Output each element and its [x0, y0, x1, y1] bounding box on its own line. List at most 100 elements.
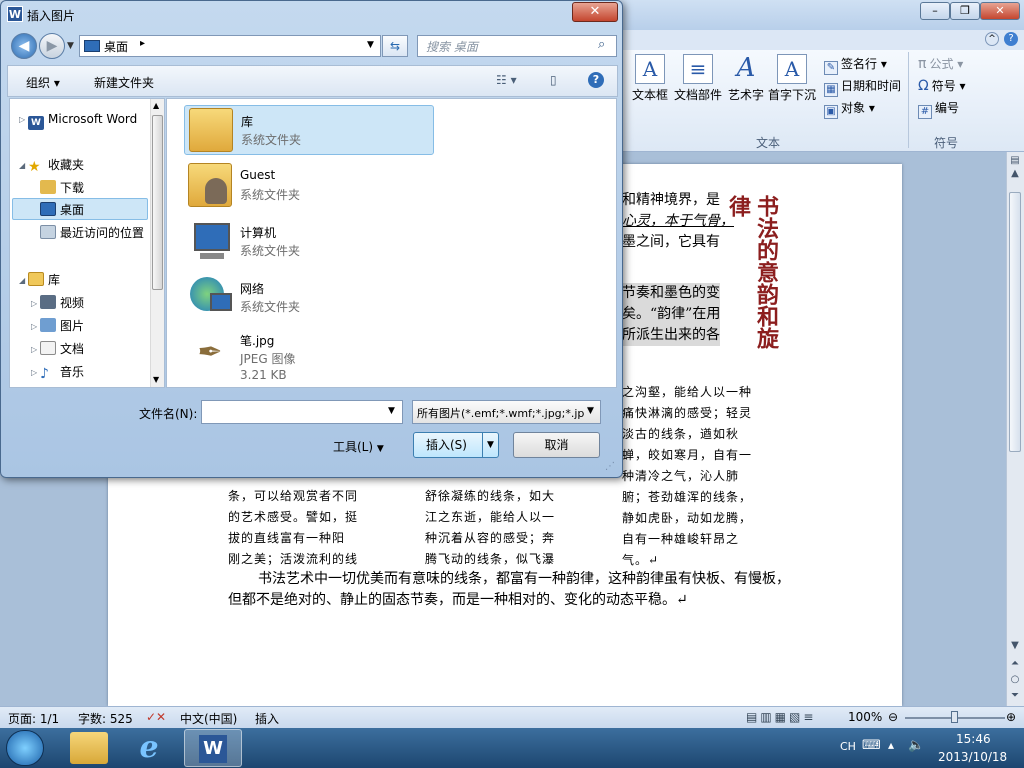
insert-button[interactable]: 插入(S) ▼ [413, 432, 499, 458]
word-count[interactable]: 字数: 525 [78, 710, 133, 727]
address-path[interactable]: 桌面 [104, 38, 128, 55]
collapse-arrow-icon[interactable]: ◢ [19, 161, 25, 170]
explorer-taskbar-icon[interactable] [70, 732, 108, 764]
expand-arrow-icon[interactable]: ▷ [31, 345, 37, 354]
datetime-button[interactable]: ▦ 日期和时间 [824, 76, 901, 97]
maximize-button[interactable]: ❐ [950, 2, 980, 20]
nav-scrollbar[interactable]: ▲ ▼ [150, 99, 164, 387]
column-right: 之沟壑，能给人以一种 痛快淋漓的感受；轻灵 淡古的线条，遒如秋 蝉，皎如寒月，自… [622, 385, 753, 567]
help-icon[interactable]: ? [1004, 32, 1018, 46]
refresh-button[interactable]: ⇆ [382, 35, 408, 57]
scroll-up-icon[interactable]: ▲ [153, 101, 159, 110]
breadcrumb-arrow-icon[interactable]: ▸ [140, 38, 145, 49]
file-item-network[interactable]: 网络 系统文件夹 [184, 273, 434, 323]
vertical-wordart-title[interactable]: 书法的意韵和旋律 [725, 195, 780, 365]
language-indicator[interactable]: 中文(中国) [180, 710, 237, 727]
signature-line-button[interactable]: ✎ 签名行 ▾ [824, 54, 887, 75]
dialog-close-button[interactable]: ✕ [572, 2, 618, 22]
next-page-icon[interactable]: ⏷ [1008, 690, 1022, 701]
browse-object-icon[interactable]: ○ [1008, 674, 1022, 685]
ie-taskbar-icon[interactable]: e [130, 732, 168, 764]
wordart-button[interactable]: A 艺术字 [722, 54, 770, 103]
tray-arrow-icon[interactable]: ▴ [888, 738, 894, 752]
expand-arrow-icon[interactable]: ▷ [19, 115, 25, 124]
zoom-in-icon[interactable]: ⊕ [1006, 710, 1016, 724]
view-options-icon[interactable]: ☷ ▾ [496, 73, 517, 87]
word-taskbar-button[interactable]: W [184, 729, 242, 767]
column-middle: 舒徐凝练的线条，如大 江之东逝，能给人以一 种沉着从容的感受；奔 腾飞动的线条，… [425, 489, 556, 566]
nav-item-documents[interactable]: 文档 [40, 339, 84, 359]
dropcap-button[interactable]: A 首字下沉 [768, 54, 816, 103]
previous-page-icon[interactable]: ⏶ [1008, 658, 1022, 669]
nav-item-videos[interactable]: 视频 [40, 293, 84, 313]
expand-arrow-icon[interactable]: ▷ [31, 368, 37, 377]
nav-item-pictures[interactable]: 图片 [40, 316, 84, 336]
ruler-toggle-icon[interactable]: ▤ [1008, 155, 1022, 166]
scroll-down-icon[interactable]: ▼ [153, 375, 159, 384]
organize-button[interactable]: 组织 ▾ [26, 74, 60, 91]
collapse-arrow-icon[interactable]: ◢ [19, 276, 25, 285]
nav-item-downloads[interactable]: 下载 [40, 178, 84, 198]
object-button[interactable]: ▣ 对象 ▾ [824, 98, 875, 119]
file-item-computer[interactable]: 计算机 系统文件夹 [184, 217, 434, 267]
new-folder-button[interactable]: 新建文件夹 [94, 74, 154, 91]
address-bar[interactable]: 桌面 ▸ ▼ [79, 35, 381, 57]
forward-button[interactable]: ▶ [39, 33, 65, 59]
equation-button[interactable]: π 公式 ▾ [918, 54, 963, 74]
file-item-guest[interactable]: Guest 系统文件夹 [184, 161, 434, 211]
textbox-button[interactable]: A 文本框 [626, 54, 674, 103]
nav-item-libraries[interactable]: 库 [28, 270, 60, 290]
scroll-down-icon[interactable]: ▼ [1008, 640, 1022, 651]
symbol-button[interactable]: Ω 符号 ▾ [918, 76, 966, 96]
clock-time[interactable]: 15:46 [956, 732, 991, 746]
help-icon[interactable]: ? [588, 72, 604, 88]
ribbon-collapse-icon[interactable]: ^ [985, 32, 999, 46]
file-item-pen-jpg[interactable]: ✒ 笔.jpg JPEG 图像 3.21 KB [184, 329, 434, 385]
page-count[interactable]: 页面: 1/1 [8, 710, 59, 727]
insert-picture-dialog: W 插入图片 ✕ ◀ ▶ ▼ 桌面 ▸ ▼ ⇆ 搜索 桌面 ⌕ 组织 ▾ 新建文… [0, 0, 623, 478]
search-box[interactable]: 搜索 桌面 ⌕ [417, 35, 617, 57]
nav-item-recent[interactable]: 最近访问的位置 [40, 223, 144, 243]
filetype-dropdown-icon[interactable]: ▼ [587, 406, 594, 416]
minimize-button[interactable]: – [920, 2, 950, 20]
resize-grip-icon[interactable]: ⋰ [605, 461, 615, 472]
ime-indicator[interactable]: CH [840, 740, 856, 753]
nav-item-music[interactable]: ♪ 音乐 [40, 362, 84, 382]
clock-date[interactable]: 2013/10/18 [938, 750, 1007, 764]
keyboard-icon[interactable]: ⌨ [862, 738, 881, 753]
address-dropdown-icon[interactable]: ▼ [367, 40, 374, 50]
scroll-up-icon[interactable]: ▲ [1008, 168, 1022, 179]
nav-item-desktop[interactable]: 桌面 [40, 200, 84, 220]
insert-dropdown-icon[interactable]: ▼ [482, 433, 498, 457]
zoom-out-icon[interactable]: ⊖ [888, 710, 898, 724]
scroll-thumb[interactable] [1009, 192, 1021, 452]
filename-dropdown-icon[interactable]: ▼ [388, 406, 395, 416]
tools-button[interactable]: 工具(L) ▼ [333, 438, 384, 455]
expand-arrow-icon[interactable]: ▷ [31, 322, 37, 331]
volume-icon[interactable]: 🔈 [908, 738, 924, 753]
zoom-level[interactable]: 100% [848, 710, 882, 724]
proofing-icon[interactable]: ✓✕ [146, 710, 166, 724]
filename-input[interactable]: ▼ [201, 400, 403, 424]
close-button[interactable]: ✕ [980, 2, 1020, 20]
zoom-slider-handle[interactable] [951, 711, 958, 723]
view-buttons-icon[interactable]: ▤▥▦▧≡ [746, 710, 816, 724]
quickparts-button[interactable]: ≡ 文档部件 [674, 54, 722, 103]
cancel-button[interactable]: 取消 [513, 432, 600, 458]
filetype-select[interactable]: 所有图片(*.emf;*.wmf;*.jpg;*.jp ▼ [412, 400, 601, 424]
recent-pages-icon[interactable]: ▼ [67, 41, 74, 51]
desktop-icon [84, 40, 100, 52]
file-item-libraries[interactable]: 库 系统文件夹 [184, 105, 434, 155]
search-icon[interactable]: ⌕ [598, 37, 605, 52]
start-button[interactable] [6, 730, 44, 766]
numbering-button[interactable]: # 编号 [918, 98, 959, 119]
nav-item-favorites[interactable]: ★ 收藏夹 [28, 155, 84, 175]
insert-mode[interactable]: 插入 [255, 710, 279, 727]
vertical-scrollbar[interactable] [1006, 152, 1024, 706]
nav-item-word[interactable]: W Microsoft Word [28, 109, 137, 130]
expand-arrow-icon[interactable]: ▷ [31, 299, 37, 308]
back-button[interactable]: ◀ [11, 33, 37, 59]
preview-pane-icon[interactable]: ▯ [550, 73, 557, 87]
taskbar: e W CH ⌨ ▴ 🔈 15:46 2013/10/18 [0, 728, 1024, 768]
scroll-thumb[interactable] [152, 115, 163, 290]
